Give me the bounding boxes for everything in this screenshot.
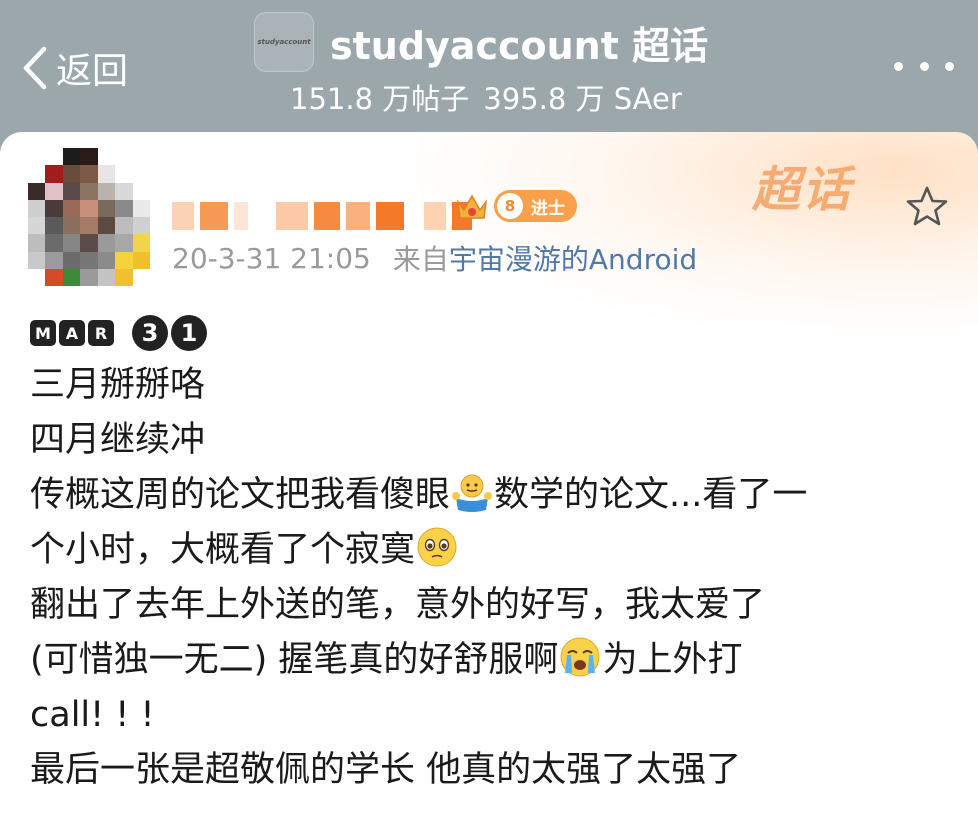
more-dot-icon [919,61,929,71]
crying-emoji-icon [560,637,600,677]
more-dot-icon [945,61,954,71]
page-title: studyaccount 超话 [330,23,709,68]
post-line: 翻出了去年上外送的笔，意外的好写，我太爱了 [30,585,766,625]
date-letter: R [88,320,114,346]
supertopic-watermark: 超话 [752,162,853,218]
post-timestamp: 20-3-31 21:05 [172,241,371,275]
more-options-button[interactable] [894,48,954,84]
follower-count: 395.8 万 SAer [483,82,682,116]
source-link[interactable]: 宇宙漫游的Android [449,238,697,278]
post-line: (可惜独一无二) 握笔真的好舒服啊 为上外打 [30,633,960,688]
topic-stats: 151.8 万帖子 395.8 万 SAer [290,76,682,118]
topic-logo-text: studyaccount [257,38,311,46]
post-line: 四月继续冲 [30,420,206,460]
post-count: 151.8 万帖子 [290,82,470,116]
username-pixelated[interactable] [172,198,472,234]
pleading-emoji-icon [417,527,457,567]
post-line: 个小时，大概看了个寂寞 [30,523,960,578]
card-header-glow [418,132,978,332]
level-badge: 8 进士 [494,190,577,222]
date-letter: M [30,320,56,346]
topic-logo[interactable]: studyaccount [254,12,314,72]
avatar[interactable] [28,148,150,286]
post-body: 三月掰掰咯 四月继续冲 传概这周的论文把我看傻眼 数学的论文...看了一 个小时… [30,358,960,798]
level-number: 8 [497,193,523,219]
post-meta: 20-3-31 21:05 来自 宇宙漫游的Android [172,238,697,278]
back-label: 返回 [56,51,129,92]
source-prefix: 来自 [392,243,449,276]
post-line: 三月掰掰咯 [30,365,206,405]
shrug-emoji-icon [452,474,493,512]
date-digit: 1 [171,315,207,351]
star-icon[interactable] [904,184,950,230]
post-card: 超话 8 进士 20-3-31 21:05 来自 宇宙漫游的Android M … [0,132,978,832]
crown-icon [456,194,488,219]
chevron-left-icon [23,46,47,90]
post-line: call! ! ! [30,695,155,735]
date-letter: A [59,320,85,346]
date-badge: M A R 3 1 [30,315,207,351]
date-digit: 3 [132,315,168,351]
post-line: 最后一张是超敬佩的学长 他真的太强了太强了 [30,750,742,790]
post-line: 传概这周的论文把我看傻眼 数学的论文...看了一 [30,468,960,523]
top-bar: 返回 studyaccount studyaccount 超话 151.8 万帖… [0,0,978,132]
more-dot-icon [894,61,903,71]
back-button[interactable]: 返回 [18,38,128,98]
level-title: 进士 [531,198,565,219]
